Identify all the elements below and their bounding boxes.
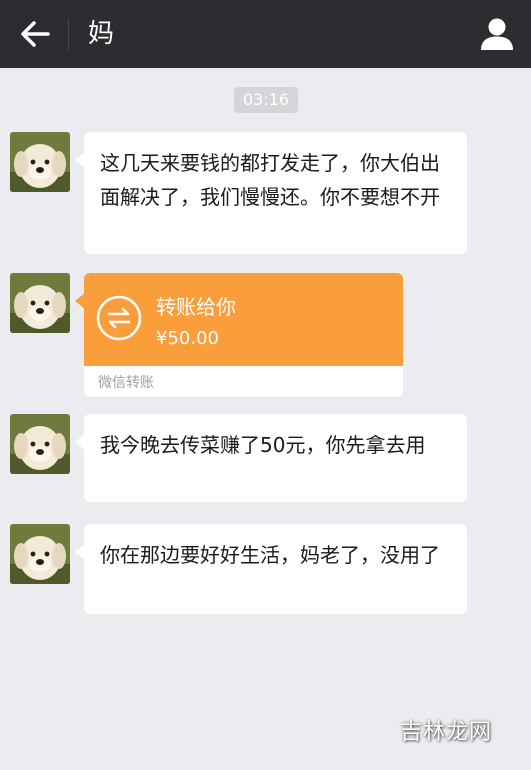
message-text: 你在那边要好好生活，妈老了，没用了 [100, 543, 440, 567]
puppy-avatar-icon [10, 524, 70, 584]
chat-area[interactable]: 03:16 这几天来要钱的都打发走了，你大伯出面解决了，我们慢慢还。你不要想不开 [0, 68, 531, 770]
chat-info-button[interactable] [477, 14, 517, 54]
title-divider [68, 18, 69, 50]
message-bubble[interactable]: 你在那边要好好生活，妈老了，没用了 [75, 524, 467, 614]
avatar[interactable] [10, 524, 70, 584]
transfer-card[interactable]: 转账给你 ¥50.00 微信转账 [84, 273, 403, 397]
transfer-arrows-icon [96, 295, 142, 341]
back-arrow-icon [21, 21, 50, 47]
transfer-footer-label: 微信转账 [98, 375, 154, 391]
message-timestamp: 03:16 [234, 87, 298, 113]
transfer-card-header: 转账给你 ¥50.00 [84, 273, 403, 366]
avatar[interactable] [10, 414, 70, 474]
avatar[interactable] [10, 132, 70, 192]
puppy-avatar-icon [10, 132, 70, 192]
transfer-amount: ¥50.00 [156, 328, 219, 349]
site-watermark: 吉林龙网 [400, 720, 493, 745]
chat-title: 妈 [88, 19, 115, 49]
back-button[interactable] [14, 14, 58, 54]
puppy-avatar-icon [10, 414, 70, 474]
message-text: 我今晚去传菜赚了50元，你先拿去用 [100, 433, 426, 457]
transfer-title: 转账给你 [156, 295, 236, 319]
message-bubble[interactable]: 我今晚去传菜赚了50元，你先拿去用 [75, 414, 467, 502]
message-bubble[interactable]: 这几天来要钱的都打发走了，你大伯出面解决了，我们慢慢还。你不要想不开 [75, 132, 467, 254]
message-text: 这几天来要钱的都打发走了，你大伯出面解决了，我们慢慢还。你不要想不开 [100, 151, 440, 209]
puppy-avatar-icon [10, 273, 70, 333]
avatar[interactable] [10, 273, 70, 333]
person-icon [481, 18, 513, 50]
title-bar: 妈 [0, 0, 531, 68]
